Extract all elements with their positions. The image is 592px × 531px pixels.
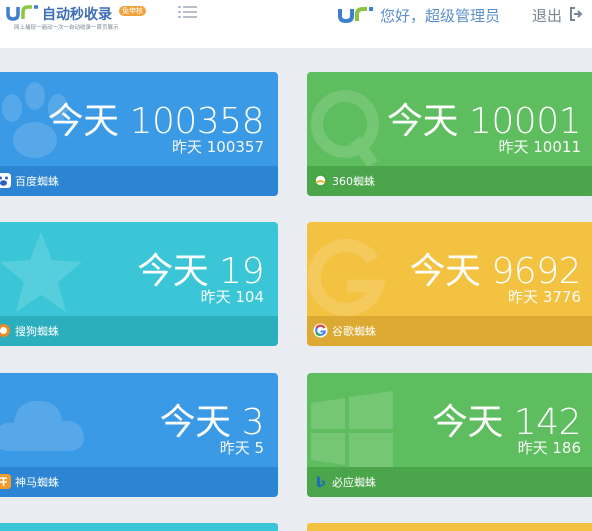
engine-name: 谷歌蜘蛛 [332,325,376,338]
sign-out-icon [570,7,583,21]
yesterday-count: 昨天 104 [200,288,264,306]
user-greeting: 您好，超级管理员 [380,7,501,25]
windows-icon [311,391,393,473]
sogou-icon [0,324,10,337]
stat-card-sogou[interactable]: 今天 19 昨天 104 搜狗蜘蛛 [0,222,278,346]
card-footer: 神马蜘蛛 [0,467,278,497]
google-icon [313,323,328,338]
list-menu-icon[interactable] [178,6,198,20]
logo-slogan: 网上捕捉一遍动一次一自动收录一首页展示 [14,25,119,31]
yesterday-count: 昨天 3776 [508,288,581,306]
engine-name: 必应蜘蛛 [332,476,376,489]
jr-logo-icon [6,5,38,21]
logout-label: 退出 [532,7,563,25]
logo-tag: 免申核 [119,6,146,16]
star-icon [0,232,82,312]
card-footer: 谷歌蜘蛛 [307,316,592,346]
card-footer: 百度蜘蛛 [0,166,278,196]
jr-logo-icon [338,7,373,24]
letter-q-icon [311,90,379,168]
site-logo[interactable]: 自动秒收录 免申核 网上捕捉一遍动一次一自动收录一首页展示 [6,2,156,31]
stat-card-360[interactable]: 今天 10001 昨天 10011 360蜘蛛 [307,72,592,196]
stat-card-google[interactable]: 今天 9692 昨天 3776 谷歌蜘蛛 [307,222,592,346]
stat-card-bing[interactable]: 今天 142 昨天 186 必应蜘蛛 [307,373,592,497]
card-footer: 必应蜘蛛 [307,467,592,497]
yesterday-count: 昨天 100357 [171,138,264,156]
letter-g-icon [307,238,386,316]
baidu-icon [0,173,11,188]
logo-title: 自动秒收录 [42,7,112,23]
360-icon [313,173,328,188]
yesterday-count: 昨天 186 [517,439,581,457]
card-footer: 搜狗蜘蛛 [0,316,278,346]
stat-card-partial [0,523,278,531]
card-footer: 360蜘蛛 [307,166,592,196]
yesterday-count: 昨天 10011 [498,138,582,156]
top-bar: 自动秒收录 免申核 网上捕捉一遍动一次一自动收录一首页展示 您好，超级管理员 退… [0,0,592,48]
engine-name: 360蜘蛛 [332,175,375,188]
cloud-icon [0,401,84,451]
engine-name: 神马蜘蛛 [15,476,59,489]
engine-name: 搜狗蜘蛛 [15,325,59,338]
bing-icon [317,476,325,488]
stat-card-shenma[interactable]: 今天 3 昨天 5 神马蜘蛛 [0,373,278,497]
yesterday-count: 昨天 5 [219,439,264,457]
stat-card-partial [307,523,592,531]
stat-card-baidu[interactable]: 今天 100358 昨天 100357 百度蜘蛛 [0,72,278,196]
shenma-icon [0,474,11,489]
engine-name: 百度蜘蛛 [15,175,59,188]
logout-button[interactable]: 退出 [532,5,583,26]
